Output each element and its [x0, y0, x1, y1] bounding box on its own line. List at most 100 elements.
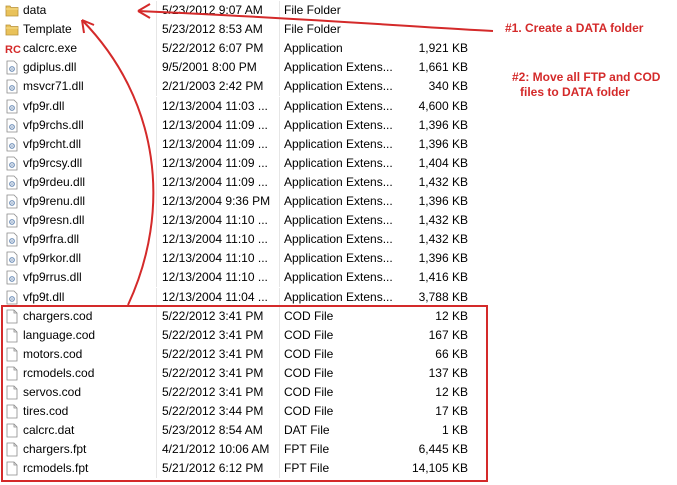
- file-date-modified: 12/13/2004 11:10 ...: [162, 251, 268, 266]
- dll-icon: [5, 137, 19, 152]
- file-date-modified: 12/13/2004 11:10 ...: [162, 270, 268, 285]
- column-separator: [156, 96, 157, 116]
- file-date-modified: 5/21/2012 6:12 PM: [162, 461, 264, 476]
- file-size: 1,396 KB: [418, 117, 468, 132]
- column-separator: [279, 77, 280, 97]
- file-name: gdiplus.dll: [23, 60, 77, 75]
- file-icon: [5, 461, 19, 476]
- file-type: Application Extens...: [284, 174, 393, 189]
- file-date-modified: 2/21/2003 2:42 PM: [162, 79, 264, 94]
- file-size: 12 KB: [435, 308, 468, 323]
- file-icon: [5, 347, 19, 362]
- file-name: vfp9rrus.dll: [23, 270, 82, 285]
- file-row[interactable]: vfp9rcsy.dll 12/13/2004 11:09 ... Applicat…: [0, 153, 677, 173]
- file-date-modified: 5/22/2012 3:41 PM: [162, 385, 264, 399]
- file-name: vfp9t.dll: [23, 289, 65, 304]
- file-row[interactable]: motors.cod 5/22/2012 3:41 PM COD File 66 KB: [0, 344, 677, 364]
- file-type: Application Extens...: [284, 136, 393, 151]
- column-separator: [279, 192, 280, 211]
- column-separator: [156, 115, 157, 135]
- file-date-modified: 12/13/2004 9:36 PM: [162, 194, 271, 208]
- file-row[interactable]: vfp9renu.dll 12/13/2004 9:36 PM Applicatio…: [0, 192, 677, 211]
- file-date-modified: 5/23/2012 8:54 AM: [162, 423, 263, 438]
- column-separator: [156, 20, 157, 40]
- file-type: Application Extens...: [284, 213, 393, 228]
- file-row[interactable]: rcmodels.cod 5/22/2012 3:41 PM COD File 137…: [0, 363, 677, 383]
- file-size: 1,432 KB: [418, 174, 468, 189]
- file-date-modified: 5/22/2012 3:41 PM: [162, 308, 264, 323]
- file-type: COD File: [284, 346, 334, 361]
- file-date-modified: 5/22/2012 3:44 PM: [162, 404, 264, 419]
- file-row[interactable]: servos.cod 5/22/2012 3:41 PM COD File 12 KB: [0, 383, 677, 402]
- file-size: 3,788 KB: [418, 289, 468, 304]
- file-row[interactable]: vfp9rkor.dll 12/13/2004 11:10 ... Applicat…: [0, 249, 677, 269]
- file-name: chargers.cod: [23, 308, 93, 323]
- file-row[interactable]: vfp9rchs.dll 12/13/2004 11:09 ... Applicat…: [0, 115, 677, 135]
- column-separator: [279, 134, 280, 154]
- column-separator: [156, 1, 157, 20]
- file-name: calcrc.dat: [23, 423, 75, 438]
- file-row[interactable]: vfp9resn.dll 12/13/2004 11:10 ... Applicat…: [0, 211, 677, 231]
- file-date-modified: 4/21/2012 10:06 AM: [162, 442, 270, 457]
- file-name: vfp9rcht.dll: [23, 136, 82, 151]
- file-date-modified: 5/22/2012 3:41 PM: [162, 327, 264, 342]
- file-row[interactable]: calcrc.dat 5/23/2012 8:54 AM DAT File 1 KB: [0, 421, 677, 441]
- annotation-step1: #1. Create a DATA folder: [505, 21, 644, 35]
- file-icon: [5, 404, 19, 419]
- svg-text:RC: RC: [5, 44, 21, 56]
- file-row[interactable]: vfp9t.dll 12/13/2004 11:04 ... Application…: [0, 287, 677, 307]
- column-separator: [156, 39, 157, 59]
- file-name: data: [23, 3, 47, 17]
- column-separator: [279, 325, 280, 345]
- file-date-modified: 5/23/2012 9:07 AM: [162, 3, 263, 17]
- file-row[interactable]: vfp9rfra.dll 12/13/2004 11:10 ... Applicat…: [0, 230, 677, 250]
- file-name: vfp9rchs.dll: [23, 117, 84, 132]
- file-size: 17 KB: [435, 404, 468, 419]
- file-type: Application: [284, 41, 343, 56]
- column-separator: [156, 230, 157, 250]
- file-size: [400, 1, 468, 20]
- column-separator: [279, 20, 280, 40]
- file-type: Application Extens...: [284, 194, 393, 208]
- file-row[interactable]: vfp9rdeu.dll 12/13/2004 11:09 ... Applicat…: [0, 172, 677, 192]
- file-icon: [5, 442, 19, 457]
- file-date-modified: 12/13/2004 11:09 ...: [162, 136, 268, 151]
- dll-icon: [5, 175, 19, 190]
- dll-icon: [5, 251, 19, 266]
- file-type: File Folder: [284, 3, 341, 17]
- file-date-modified: 12/13/2004 11:04 ...: [162, 289, 268, 304]
- file-name: language.cod: [23, 327, 96, 342]
- file-row[interactable]: data 5/23/2012 9:07 AM File Folder: [0, 1, 677, 20]
- file-row[interactable]: rcmodels.fpt 5/21/2012 6:12 PM FPT File 14,…: [0, 459, 677, 479]
- file-row[interactable]: chargers.cod 5/22/2012 3:41 PM COD File 12 …: [0, 306, 677, 326]
- file-size: 167 KB: [428, 327, 468, 342]
- file-row[interactable]: vfp9rcht.dll 12/13/2004 11:09 ... Applicat…: [0, 134, 677, 154]
- file-row[interactable]: language.cod 5/22/2012 3:41 PM COD File 167…: [0, 325, 677, 345]
- file-date-modified: 12/13/2004 11:09 ...: [162, 117, 268, 132]
- column-separator: [279, 421, 280, 441]
- file-type: Application Extens...: [284, 251, 393, 266]
- file-row[interactable]: RC calcrc.exe 5/22/2012 6:07 PM Application…: [0, 39, 677, 59]
- column-separator: [156, 153, 157, 173]
- file-size: 340 KB: [428, 79, 468, 94]
- file-row[interactable]: tires.cod 5/22/2012 3:44 PM COD File 17 KB: [0, 402, 677, 422]
- column-separator: [279, 363, 280, 383]
- column-separator: [156, 172, 157, 192]
- file-type: FPT File: [284, 442, 330, 457]
- file-name: chargers.fpt: [23, 442, 87, 457]
- file-size: 1,921 KB: [418, 41, 468, 56]
- column-separator: [156, 383, 157, 402]
- column-separator: [279, 58, 280, 78]
- dll-icon: [5, 232, 19, 247]
- file-icon: [5, 366, 19, 381]
- file-type: Application Extens...: [284, 232, 393, 247]
- file-date-modified: 9/5/2001 8:00 PM: [162, 60, 257, 75]
- file-size: 6,445 KB: [418, 442, 468, 457]
- file-date-modified: 12/13/2004 11:03 ...: [162, 98, 268, 113]
- file-row[interactable]: vfp9rrus.dll 12/13/2004 11:10 ... Applicat…: [0, 268, 677, 288]
- file-row[interactable]: chargers.fpt 4/21/2012 10:06 AM FPT File 6,…: [0, 440, 677, 460]
- column-separator: [279, 39, 280, 59]
- file-date-modified: 12/13/2004 11:09 ...: [162, 155, 268, 170]
- column-separator: [156, 363, 157, 383]
- dll-icon: [5, 60, 19, 75]
